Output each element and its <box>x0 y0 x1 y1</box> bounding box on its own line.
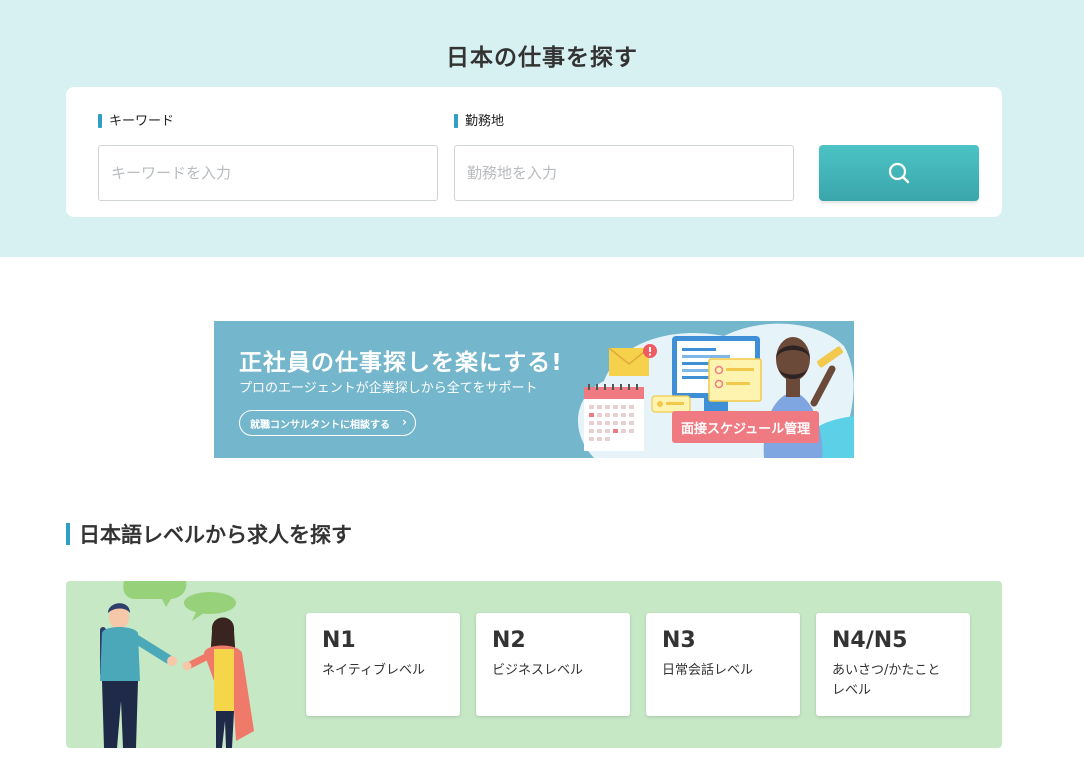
banner-subtext: プロのエージェントが企業探しから全てをサポート <box>239 381 538 396</box>
section-heading: 日本語レベルから求人を探す <box>66 522 352 548</box>
location-input[interactable] <box>454 145 794 201</box>
keyword-input[interactable] <box>98 145 438 201</box>
level-card-n2[interactable]: N2 ビジネスレベル <box>476 613 630 716</box>
level-card-n3[interactable]: N3 日常会話レベル <box>646 613 800 716</box>
banner-headline: 正社員の仕事探しを楽にする! <box>239 350 563 376</box>
level-description: ネイティブレベル <box>322 663 425 678</box>
level-card-n4-n5[interactable]: N4/N5 あいさつ/かたこと レベル <box>816 613 970 716</box>
search-form: キーワード 勤務地 <box>66 87 1002 217</box>
search-button[interactable] <box>819 145 979 201</box>
chevron-right-icon: › <box>402 415 407 429</box>
search-icon <box>888 162 910 184</box>
search-title: 日本の仕事を探す <box>446 45 638 71</box>
level-description: 日常会話レベル <box>662 663 754 678</box>
language-level-panel: N1 ネイティブレベル N2 ビジネスレベル N3 日常会話レベル N4/N5 … <box>66 581 1002 748</box>
level-description: あいさつ/かたこと レベル <box>832 663 941 698</box>
keyword-label: キーワード <box>98 114 174 129</box>
level-card-n1[interactable]: N1 ネイティブレベル <box>306 613 460 716</box>
consultant-banner[interactable]: 正社員の仕事探しを楽にする! プロのエージェントが企業探しから全てをサポート 就… <box>214 321 854 458</box>
consult-button-label: 就職コンサルタントに相談する <box>250 419 390 431</box>
consult-button[interactable]: 就職コンサルタントに相談する › <box>239 410 416 436</box>
feature-pill: 面接スケジュール管理 <box>672 411 820 443</box>
level-code: N3 <box>662 628 696 653</box>
level-code: N4/N5 <box>832 628 908 653</box>
level-code: N2 <box>492 628 526 653</box>
level-description: ビジネスレベル <box>492 663 584 678</box>
job-search-section: 日本の仕事を探す キーワード 勤務地 <box>0 0 1084 257</box>
people-talking-illustration <box>100 581 254 748</box>
level-code: N1 <box>322 628 356 653</box>
location-label: 勤務地 <box>454 114 504 129</box>
